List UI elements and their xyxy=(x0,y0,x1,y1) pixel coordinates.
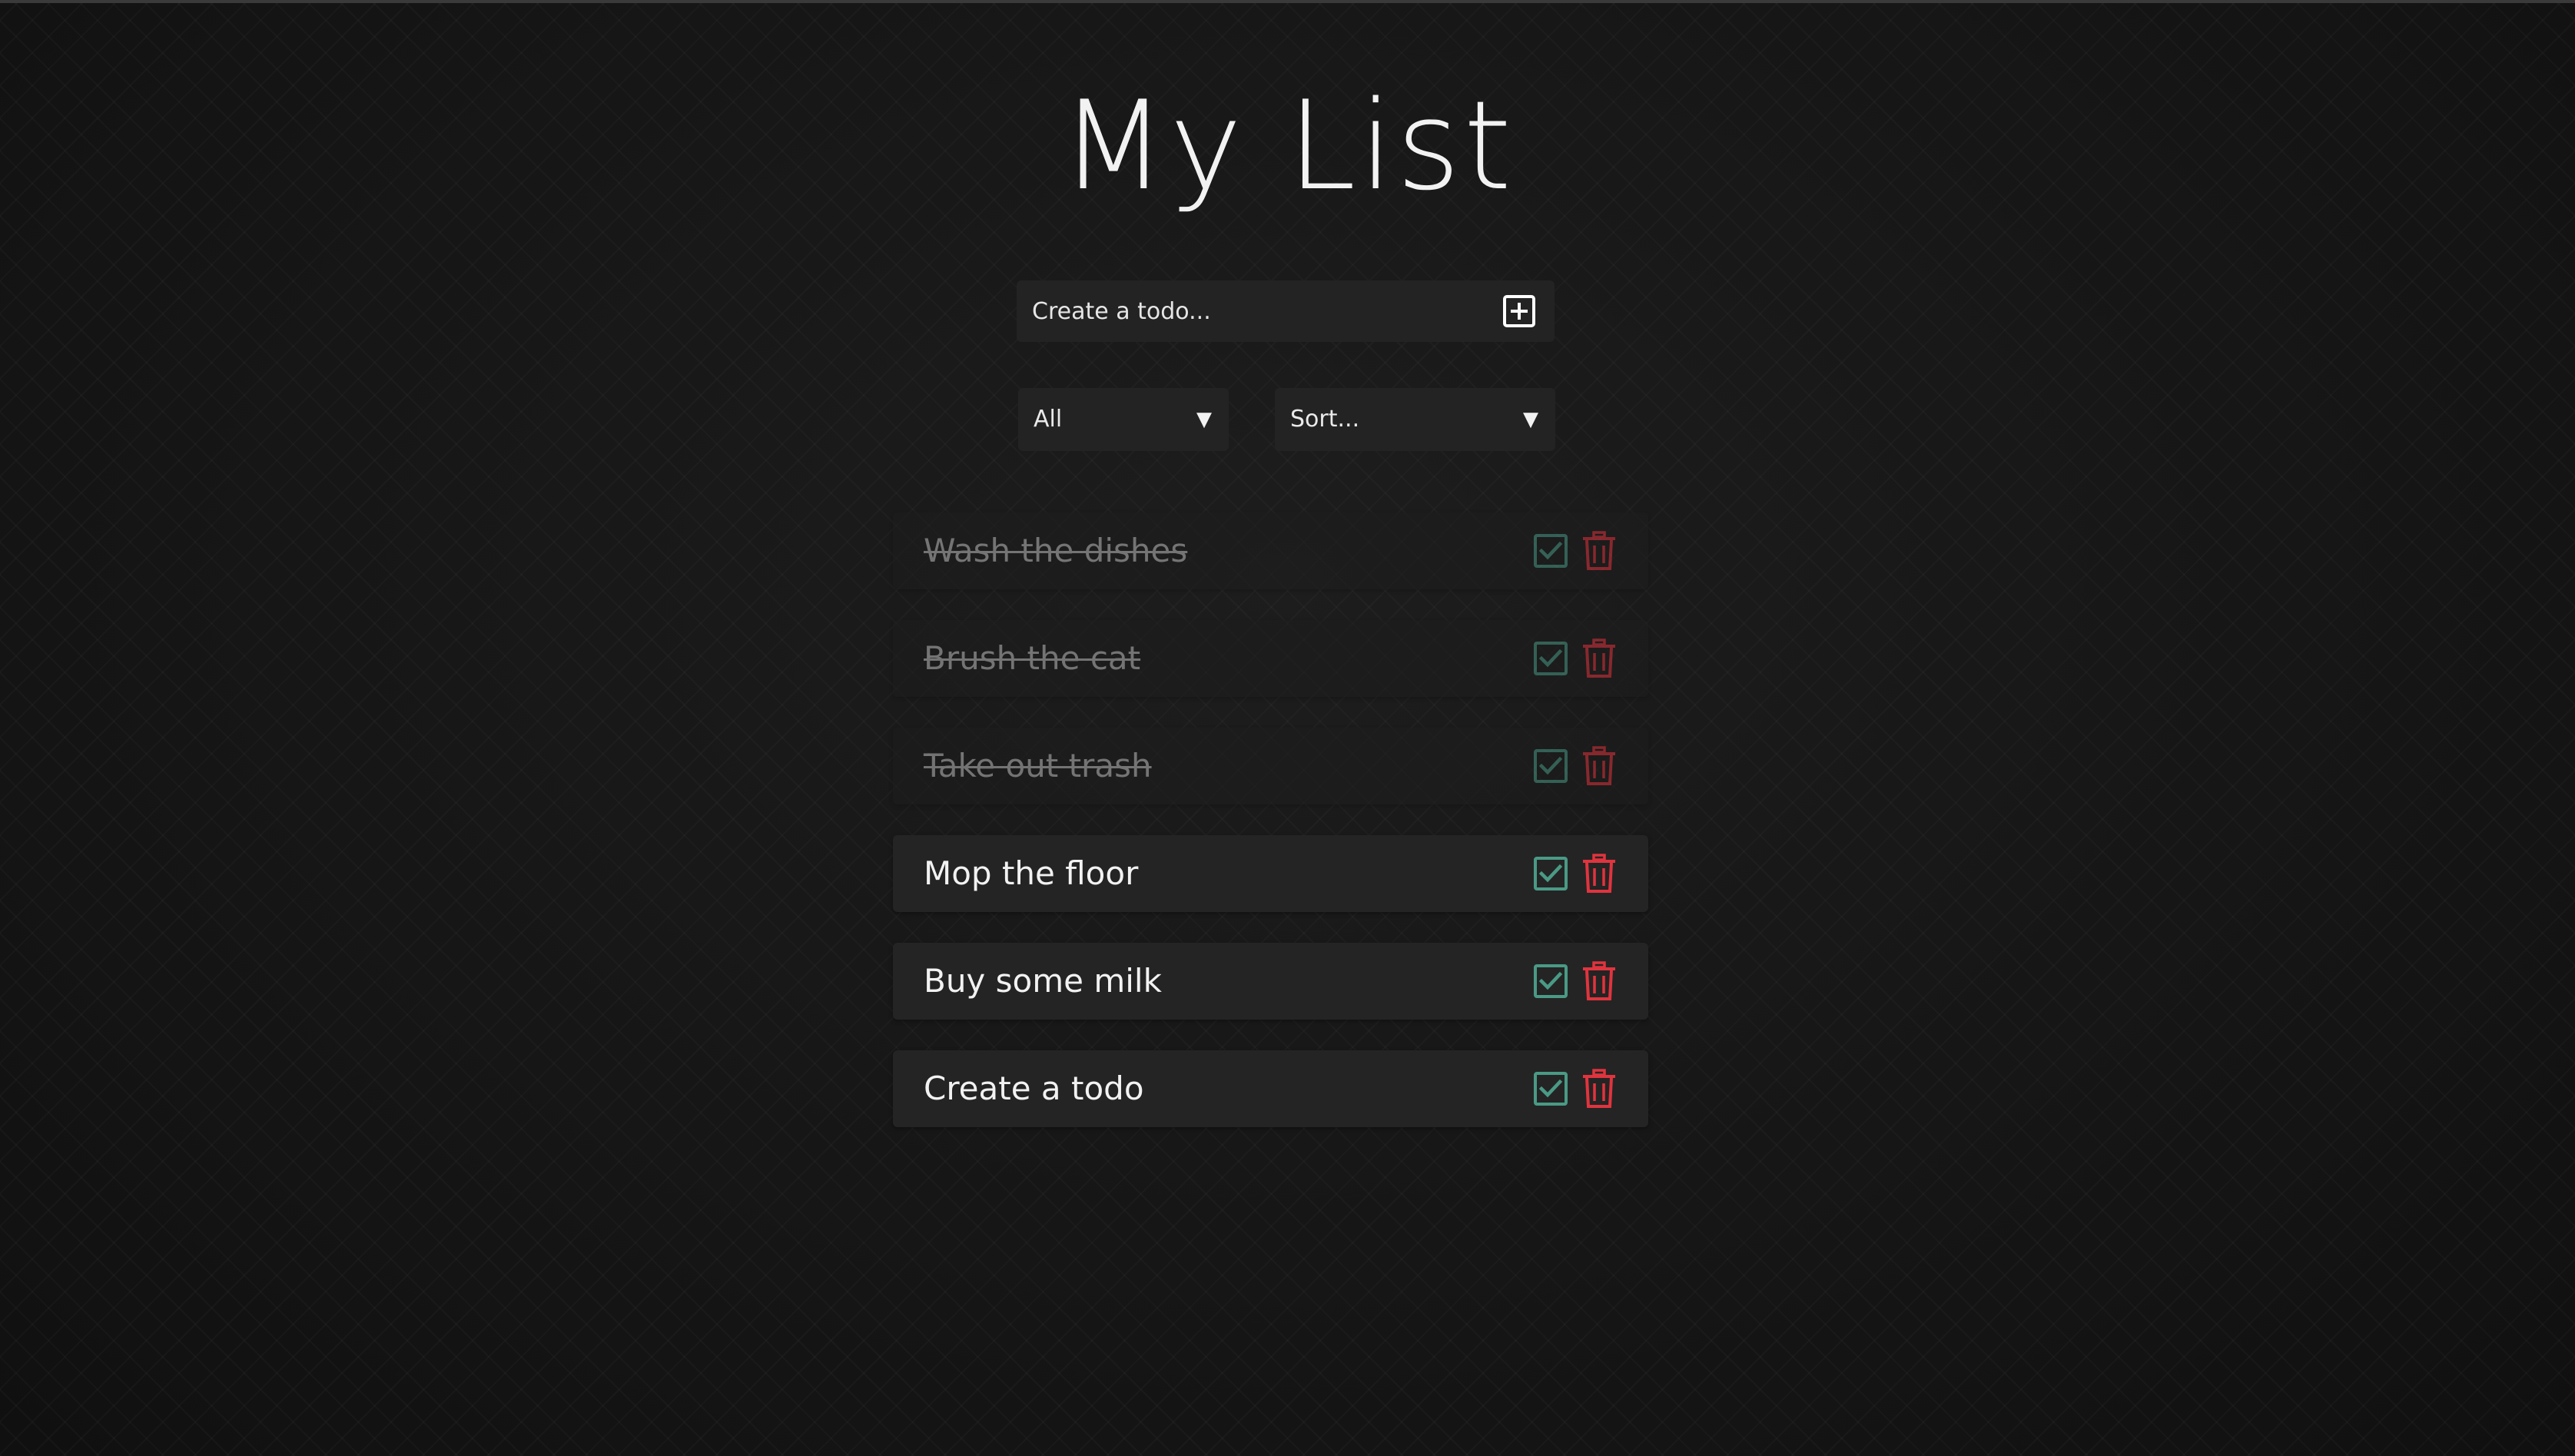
trash-icon[interactable] xyxy=(1581,1069,1617,1109)
sort-select-value: Sort... xyxy=(1290,406,1360,433)
todo-list: Wash the dishes Brush the cat Take out t… xyxy=(893,512,1648,1158)
create-todo-input[interactable] xyxy=(1017,280,1485,342)
todo-item: Brush the cat xyxy=(893,620,1648,697)
trash-icon[interactable] xyxy=(1581,638,1617,678)
todo-text: Buy some milk xyxy=(924,962,1162,1000)
todo-item: Buy some milk xyxy=(893,943,1648,1020)
check-square-icon[interactable] xyxy=(1533,533,1568,569)
check-square-icon[interactable] xyxy=(1533,641,1568,676)
top-border xyxy=(0,0,2575,3)
check-square-icon[interactable] xyxy=(1533,1071,1568,1106)
trash-icon[interactable] xyxy=(1581,746,1617,786)
todo-text: Take out trash xyxy=(924,747,1152,784)
todo-item: Wash the dishes xyxy=(893,512,1648,589)
trash-icon[interactable] xyxy=(1581,531,1617,571)
todo-text: Wash the dishes xyxy=(924,532,1188,569)
todo-item: Create a todo xyxy=(893,1050,1648,1127)
trash-icon[interactable] xyxy=(1581,961,1617,1001)
todo-text: Mop the floor xyxy=(924,854,1139,892)
create-todo-form xyxy=(1017,280,1555,342)
todo-text: Brush the cat xyxy=(924,639,1141,677)
check-square-icon[interactable] xyxy=(1533,963,1568,999)
trash-icon[interactable] xyxy=(1581,854,1617,894)
status-filter-value: All xyxy=(1034,406,1063,433)
todo-item: Take out trash xyxy=(893,728,1648,804)
check-square-icon[interactable] xyxy=(1533,856,1568,891)
todo-item: Mop the floor xyxy=(893,835,1648,912)
todo-text: Create a todo xyxy=(924,1070,1144,1107)
plus-square-icon[interactable] xyxy=(1502,294,1536,328)
caret-down-icon: ▼ xyxy=(1523,408,1538,431)
status-filter-select[interactable]: All ▼ xyxy=(1018,388,1229,451)
check-square-icon[interactable] xyxy=(1533,748,1568,784)
sort-select[interactable]: Sort... ▼ xyxy=(1275,388,1555,451)
caret-down-icon: ▼ xyxy=(1196,408,1212,431)
page-title: My List xyxy=(1060,74,1515,217)
